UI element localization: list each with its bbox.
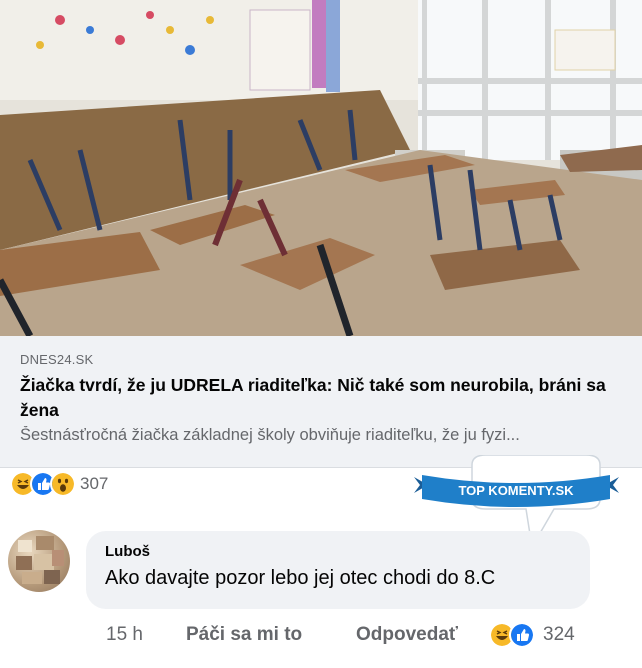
comment-timestamp[interactable]: 15 h — [106, 624, 143, 646]
post-reaction-count: 307 — [80, 474, 109, 493]
comment-text: Ako davajte pozor lebo jej otec chodi do… — [105, 567, 496, 589]
comment-bubble: Luboš Ako davajte pozor lebo jej otec ch… — [86, 531, 590, 609]
link-text-block: DNES24.SK Žiačka tvrdí, že ju UDRELA ria… — [20, 336, 630, 445]
badge-label: TOP KOMENTY.SK — [458, 483, 574, 498]
classroom-photo — [0, 0, 642, 336]
commenter-avatar[interactable] — [8, 530, 70, 592]
link-preview-card[interactable]: DNES24.SK Žiačka tvrdí, že ju UDRELA ria… — [0, 0, 642, 468]
comment-reaction-count: 324 — [543, 624, 575, 645]
comment-reaction-summary[interactable]: 324 — [489, 622, 575, 648]
link-source: DNES24.SK — [20, 352, 94, 367]
comment-author[interactable]: Luboš — [105, 543, 150, 560]
like-emoji-icon — [509, 622, 535, 648]
post-reaction-summary[interactable]: 307 — [10, 471, 108, 497]
wow-emoji-icon — [50, 471, 76, 497]
reply-button[interactable]: Odpovedať — [356, 624, 458, 646]
like-button[interactable]: Páči sa mi to — [186, 624, 302, 646]
link-headline[interactable]: Žiačka tvrdí, že ju UDRELA riaditeľka: N… — [20, 373, 630, 423]
link-snippet: Šestnásťročná žiačka základnej školy obv… — [20, 426, 520, 444]
